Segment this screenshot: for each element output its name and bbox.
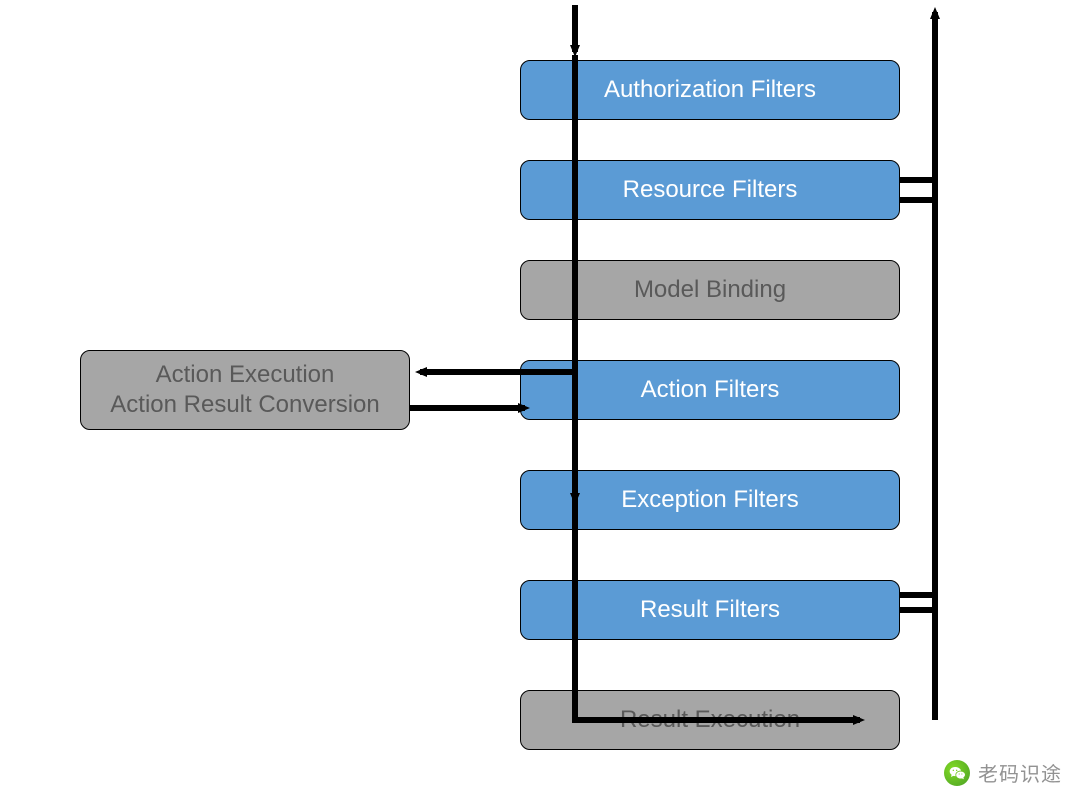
action-filters-label: Action Filters [641,376,780,404]
model-binding-label: Model Binding [634,276,786,304]
result-execution-label: Result Execution [620,706,800,734]
resource-filters-box: Resource Filters [520,160,900,220]
action-execution-box: Action Execution Action Result Conversio… [80,350,410,430]
resource-filters-label: Resource Filters [623,176,798,204]
result-filters-label: Result Filters [640,596,780,624]
watermark: 老码识途 [944,758,1062,787]
exception-filters-box: Exception Filters [520,470,900,530]
action-filters-box: Action Filters [520,360,900,420]
exception-filters-label: Exception Filters [621,486,798,514]
model-binding-box: Model Binding [520,260,900,320]
action-execution-line2: Action Result Conversion [110,390,379,420]
result-execution-box: Result Execution [520,690,900,750]
wechat-icon [944,760,970,786]
watermark-text: 老码识途 [978,758,1062,787]
result-filters-box: Result Filters [520,580,900,640]
action-execution-line1: Action Execution [156,360,335,390]
authorization-filters-label: Authorization Filters [604,76,816,104]
authorization-filters-box: Authorization Filters [520,60,900,120]
